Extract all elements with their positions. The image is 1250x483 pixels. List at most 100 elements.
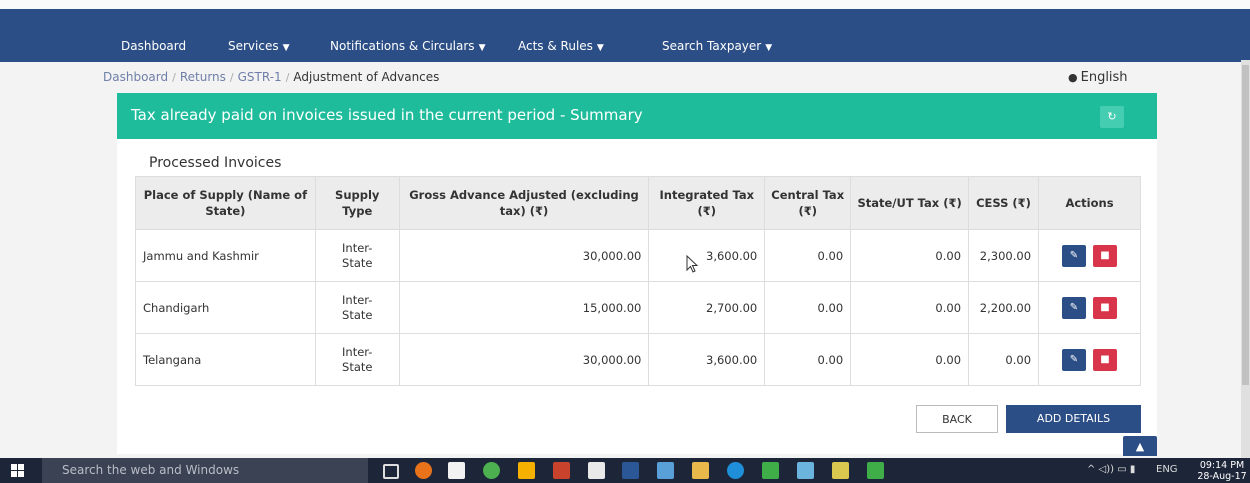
place-of-supply-cell: Telangana <box>135 333 316 386</box>
gross-advance-cell: 30,000.00 <box>398 333 650 386</box>
place-of-supply-cell: Jammu and Kashmir <box>135 229 316 282</box>
edit-button[interactable]: ✎ <box>1062 296 1086 319</box>
language-selector[interactable]: ● English <box>1068 70 1128 85</box>
vlc-icon[interactable] <box>518 462 535 479</box>
task-view-icon[interactable] <box>383 464 399 479</box>
delete-button[interactable]: ■ <box>1093 244 1117 267</box>
spreadsheet-icon[interactable] <box>588 462 605 479</box>
edit-button[interactable]: ✎ <box>1062 348 1086 371</box>
page-scrollbar[interactable] <box>1241 60 1250 458</box>
powerpoint-icon[interactable] <box>553 462 570 479</box>
nav-dashboard[interactable]: Dashboard <box>121 38 186 54</box>
supply-type-line1: Inter- <box>342 240 373 255</box>
back-button[interactable]: BACK <box>916 405 998 433</box>
clock-date: 28-Aug-17 <box>1197 471 1247 482</box>
column-header: Gross Advance Adjusted (excluding tax) (… <box>398 176 650 230</box>
chevron-down-icon: ▼ <box>596 43 604 53</box>
chevron-down-icon: ▼ <box>282 43 290 53</box>
breadcrumb-separator: / <box>285 71 290 84</box>
supply-type-line1: Inter- <box>342 344 373 359</box>
section-title: Processed Invoices <box>149 155 282 171</box>
mail-icon[interactable] <box>657 462 674 479</box>
breadcrumb-returns[interactable]: Returns <box>180 70 226 84</box>
chrome-icon[interactable] <box>483 462 500 479</box>
edge-icon[interactable] <box>727 462 744 479</box>
chevron-down-icon: ▼ <box>478 43 486 53</box>
nav-notifications-label: Notifications & Circulars <box>330 39 475 53</box>
actions-cell: ✎ ■ <box>1038 281 1141 334</box>
pencil-icon: ✎ <box>1069 353 1079 365</box>
nav-notifications[interactable]: Notifications & Circulars ▼ <box>330 38 485 56</box>
nav-services[interactable]: Services ▼ <box>228 38 290 56</box>
gross-advance-cell: 30,000.00 <box>398 229 650 282</box>
main-navbar: Dashboard Services ▼ Notifications & Circ… <box>0 9 1250 62</box>
taskbar-search-box[interactable]: Search the web and Windows <box>42 458 368 483</box>
breadcrumb-dashboard[interactable]: Dashboard <box>103 70 168 84</box>
app-icon[interactable] <box>797 462 814 479</box>
nav-search-taxpayer[interactable]: Search Taxpayer ▼ <box>662 38 772 56</box>
delete-button[interactable]: ■ <box>1093 348 1117 371</box>
column-header: Place of Supply (Name of State) <box>135 176 316 230</box>
header-strip <box>0 0 1250 9</box>
language-indicator[interactable]: ENG <box>1156 464 1178 475</box>
scrollbar-thumb[interactable] <box>1242 65 1249 385</box>
breadcrumb-separator: / <box>229 71 234 84</box>
clock-time: 09:14 PM <box>1199 460 1245 471</box>
breadcrumb: Dashboard / Returns / GSTR-1/Adjustment of A… <box>103 70 439 84</box>
recorder-icon[interactable] <box>867 462 884 479</box>
actions-cell: ✎ ■ <box>1038 229 1141 282</box>
integrated-tax-cell: 2,700.00 <box>648 281 766 334</box>
table-row: Jammu and Kashmir Inter- State 30,000.00 … <box>135 229 1141 282</box>
nav-services-label: Services <box>228 39 279 53</box>
column-header: Central Tax (₹) <box>764 176 852 230</box>
supply-type-cell: Inter- State <box>314 281 400 334</box>
chevron-up-icon: ▲ <box>1135 440 1145 453</box>
firefox-icon[interactable] <box>415 462 432 479</box>
gross-advance-cell: 15,000.00 <box>398 281 650 334</box>
central-tax-cell: 0.00 <box>764 281 852 334</box>
trash-icon: ■ <box>1100 249 1110 261</box>
supply-type-line1: Inter- <box>342 292 373 307</box>
breadcrumb-separator: / <box>172 71 176 84</box>
store-icon[interactable] <box>448 462 465 479</box>
globe-icon: ● <box>1068 71 1078 84</box>
table-row: Telangana Inter- State 30,000.00 3,600.00… <box>135 333 1141 386</box>
column-header: Supply Type <box>314 176 400 230</box>
cess-cell: 2,200.00 <box>968 281 1040 334</box>
add-details-button[interactable]: ADD DETAILS <box>1006 405 1141 433</box>
camtasia-icon[interactable] <box>762 462 779 479</box>
mouse-cursor-icon <box>686 255 699 273</box>
pencil-icon: ✎ <box>1069 249 1079 261</box>
place-of-supply-cell: Chandigarh <box>135 281 316 334</box>
table-header-row: Place of Supply (Name of State) Supply T… <box>135 176 1141 230</box>
file-explorer-icon[interactable] <box>692 462 709 479</box>
taskbar-search-placeholder: Search the web and Windows <box>62 463 240 477</box>
windows-taskbar: Search the web and Windows ^ ◁)) ▭ ▮ ENG… <box>0 458 1250 483</box>
windows-start-icon[interactable] <box>11 464 24 477</box>
refresh-icon: ↻ <box>1107 110 1117 123</box>
system-tray-icons[interactable]: ^ ◁)) ▭ ▮ <box>1087 464 1135 475</box>
taskbar-clock[interactable]: 09:14 PM 28-Aug-17 <box>1197 460 1247 482</box>
language-label: English <box>1080 70 1128 85</box>
delete-button[interactable]: ■ <box>1093 296 1117 319</box>
column-header: Integrated Tax (₹) <box>648 176 766 230</box>
breadcrumb-current: Adjustment of Advances <box>293 70 440 84</box>
table-row: Chandigarh Inter- State 15,000.00 2,700.0… <box>135 281 1141 334</box>
scroll-to-top-button[interactable]: ▲ <box>1123 436 1157 456</box>
summary-banner: Tax already paid on invoices issued in t… <box>117 93 1157 139</box>
supply-type-line2: State <box>342 359 373 374</box>
edit-button[interactable]: ✎ <box>1062 244 1086 267</box>
refresh-button[interactable]: ↻ <box>1100 106 1124 128</box>
supply-type-line2: State <box>342 307 373 322</box>
nav-acts-rules[interactable]: Acts & Rules ▼ <box>518 38 604 56</box>
nav-acts-rules-label: Acts & Rules <box>518 39 593 53</box>
nav-dashboard-label: Dashboard <box>121 39 187 53</box>
breadcrumb-gstr1[interactable]: GSTR-1 <box>238 70 282 84</box>
nav-search-taxpayer-label: Search Taxpayer <box>662 39 762 53</box>
word-icon[interactable] <box>622 462 639 479</box>
trash-icon: ■ <box>1100 301 1110 313</box>
paint-icon[interactable] <box>832 462 849 479</box>
column-header: State/UT Tax (₹) <box>850 176 970 230</box>
state-tax-cell: 0.00 <box>850 333 970 386</box>
chevron-down-icon: ▼ <box>765 43 773 53</box>
